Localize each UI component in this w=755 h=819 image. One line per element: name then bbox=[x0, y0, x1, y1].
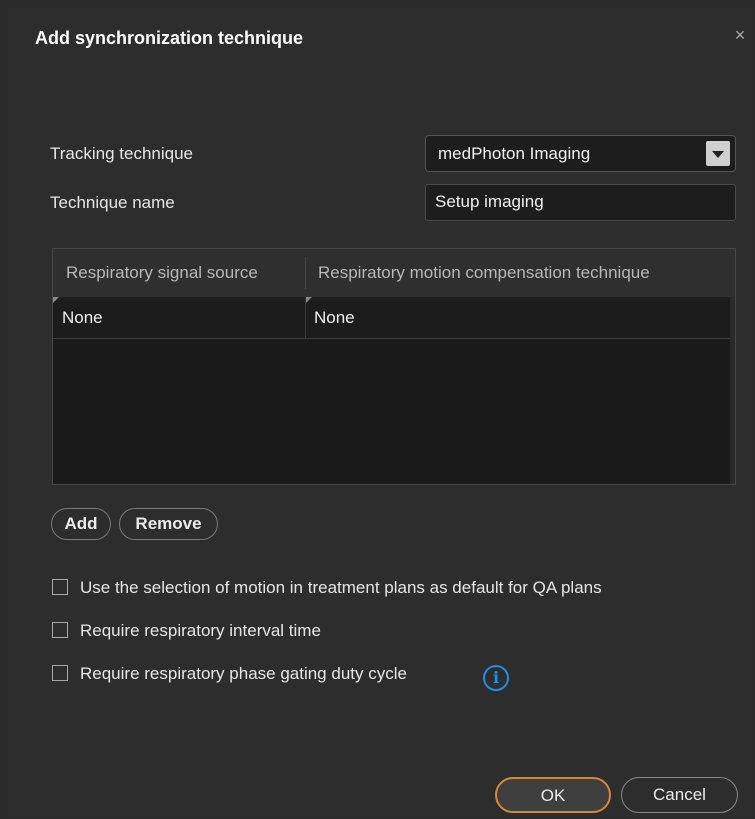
option-label: Require respiratory phase gating duty cy… bbox=[80, 664, 407, 683]
table-header: Respiratory signal source Respiratory mo… bbox=[53, 249, 735, 298]
add-button[interactable]: Add bbox=[51, 508, 111, 540]
tracking-technique-value: medPhoton Imaging bbox=[438, 144, 591, 163]
cell-divider bbox=[305, 297, 306, 338]
info-icon[interactable]: i bbox=[483, 665, 509, 691]
technique-name-field[interactable]: Setup imaging bbox=[425, 184, 736, 221]
cell-dropdown-marker bbox=[306, 297, 312, 303]
ok-button[interactable]: OK bbox=[495, 777, 611, 813]
cell-signal-source[interactable]: None bbox=[62, 308, 103, 328]
column-header-signal-source[interactable]: Respiratory signal source bbox=[66, 263, 258, 283]
tracking-technique-select[interactable]: medPhoton Imaging bbox=[425, 135, 736, 172]
checkbox[interactable] bbox=[52, 622, 68, 638]
checkbox[interactable] bbox=[52, 579, 68, 595]
column-header-compensation-technique[interactable]: Respiratory motion compensation techniqu… bbox=[318, 263, 650, 283]
add-synchronization-dialog: Add synchronization technique × Tracking… bbox=[8, 8, 753, 818]
table-row[interactable]: None None bbox=[53, 297, 732, 339]
table-scrollbar[interactable] bbox=[730, 297, 735, 484]
option-label: Require respiratory interval time bbox=[80, 621, 321, 640]
close-icon[interactable]: × bbox=[731, 26, 749, 44]
cell-compensation-technique[interactable]: None bbox=[314, 308, 355, 328]
dialog-title: Add synchronization technique bbox=[35, 28, 304, 48]
column-divider[interactable] bbox=[305, 257, 306, 289]
cell-dropdown-marker bbox=[53, 297, 59, 303]
remove-button[interactable]: Remove bbox=[119, 508, 218, 540]
technique-name-label: Technique name bbox=[50, 193, 175, 212]
chevron-down-icon[interactable] bbox=[706, 141, 730, 166]
tracking-technique-label: Tracking technique bbox=[50, 144, 194, 163]
technique-table: Respiratory signal source Respiratory mo… bbox=[52, 248, 736, 485]
cancel-button[interactable]: Cancel bbox=[621, 777, 738, 813]
checkbox[interactable] bbox=[52, 665, 68, 681]
option-label: Use the selection of motion in treatment… bbox=[80, 578, 602, 597]
